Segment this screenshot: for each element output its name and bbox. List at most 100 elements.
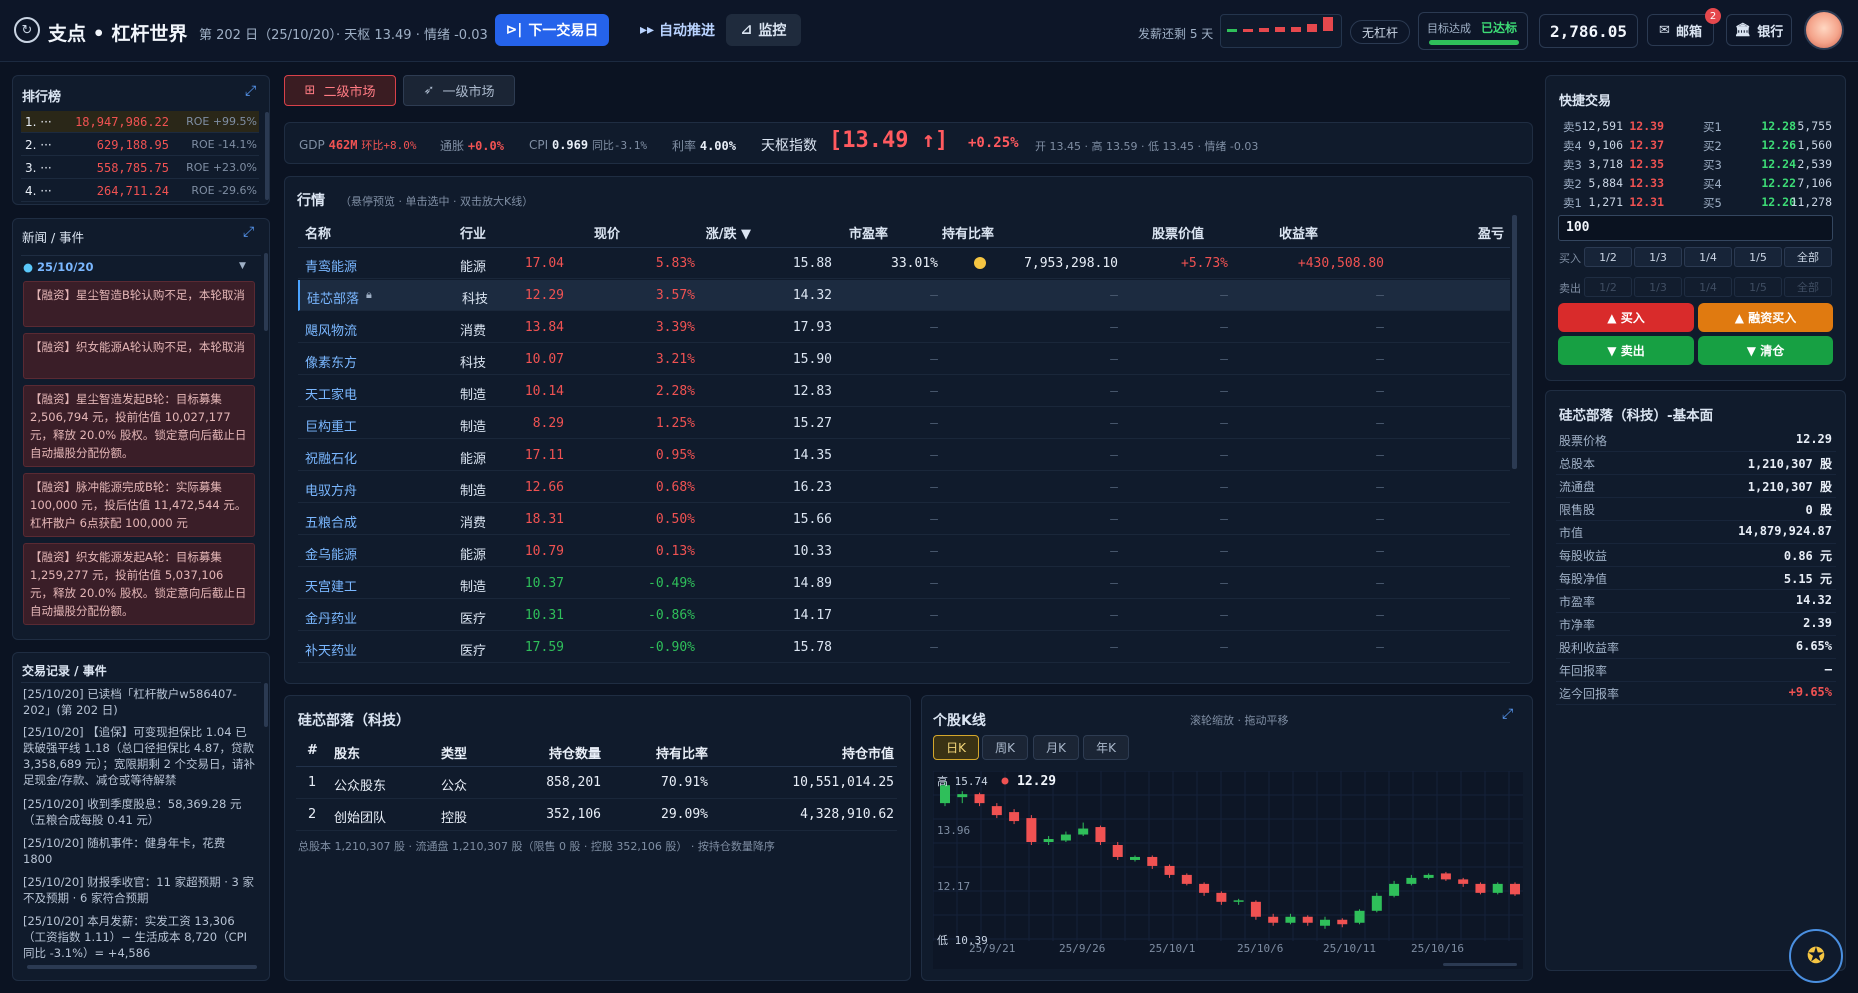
expand-icon[interactable]: ⤢ <box>1502 706 1513 722</box>
col-pe[interactable]: 市盈率 <box>849 223 888 242</box>
auto-advance-button[interactable]: ▸▸ 自动推进 <box>625 14 730 46</box>
sell-button[interactable]: ▼ 卖出 <box>1558 336 1694 365</box>
news-item[interactable]: 【融资】织女能源发起A轮：目标募集 1,259,277 元，投前估值 5,037… <box>23 543 255 625</box>
buy-fraction-button[interactable]: 1/2 <box>1584 247 1632 267</box>
ranking-row[interactable]: 2. ··· 629,188.95 ROE -14.1% <box>21 134 259 156</box>
monitor-button[interactable]: ⊿ 监控 <box>726 14 801 46</box>
kline-scrollbar[interactable] <box>1443 963 1517 966</box>
bid-label[interactable]: 买4 <box>1703 176 1722 192</box>
sell-fraction-button[interactable]: 1/4 <box>1684 277 1732 297</box>
ranking-row[interactable]: 4. ··· 264,711.24 ROE -29.6% <box>21 180 259 202</box>
sell-fraction-button[interactable]: 1/2 <box>1584 277 1632 297</box>
candle-body[interactable] <box>1095 827 1106 843</box>
market-scrollbar[interactable] <box>1512 215 1517 469</box>
bid-qty[interactable]: 1,560 <box>1797 138 1832 152</box>
candle-body[interactable] <box>1009 812 1020 822</box>
bid-price[interactable]: 12.26 <box>1761 138 1796 152</box>
candle-body[interactable] <box>974 794 985 804</box>
sell-fraction-button[interactable]: 1/3 <box>1634 277 1682 297</box>
candle-body[interactable] <box>1285 916 1296 923</box>
table-row[interactable]: 巨构重工 制造 8.29 1.25% 15.27 — — — — <box>298 408 1510 439</box>
ask-qty[interactable]: 1,271 <box>1588 195 1623 209</box>
candle-body[interactable] <box>1112 845 1123 857</box>
bid-qty[interactable]: 11,278 <box>1790 195 1832 209</box>
bid-price[interactable]: 12.24 <box>1761 157 1796 171</box>
bid-price[interactable]: 12.22 <box>1761 176 1796 190</box>
news-item[interactable]: 【融资】星尘智造B轮认购不足，本轮取消 <box>23 281 255 327</box>
quantity-input[interactable]: 100 <box>1558 215 1833 241</box>
ranking-row[interactable]: 1. ··· 18,947,986.22 ROE +99.5% <box>21 111 259 133</box>
table-row[interactable]: 金丹药业 医疗 10.31 -0.86% 14.17 — — — — <box>298 600 1510 631</box>
table-row[interactable]: 补天药业 医疗 17.59 -0.90% 15.78 — — — — <box>298 632 1510 663</box>
candle-body[interactable] <box>1510 883 1520 895</box>
candle-body[interactable] <box>1389 883 1400 896</box>
candle-body[interactable] <box>1078 828 1089 835</box>
news-item[interactable]: 【融资】星尘智造发起B轮：目标募集 2,506,794 元，投前估值 10,02… <box>23 385 255 467</box>
ask-qty[interactable]: 5,884 <box>1588 176 1623 190</box>
period-year[interactable]: 年K <box>1083 735 1129 760</box>
candle-body[interactable] <box>1302 916 1313 923</box>
period-month[interactable]: 月K <box>1033 735 1079 760</box>
kline-chart[interactable]: 高 15.74 12.29 13.96 12.17 低 10.39 25/9/2… <box>933 771 1523 969</box>
compass-icon[interactable]: ✪ <box>1789 929 1843 983</box>
candle-body[interactable] <box>1458 879 1469 884</box>
ask-label[interactable]: 卖2 <box>1563 176 1582 192</box>
col-hold[interactable]: 持有比率 <box>942 223 994 242</box>
candle-body[interactable] <box>1371 895 1382 911</box>
sell-fraction-button[interactable]: 全部 <box>1784 277 1832 297</box>
margin-buy-button[interactable]: ▲ 融资买入 <box>1698 303 1833 332</box>
col-name[interactable]: 名称 <box>305 223 331 242</box>
table-row[interactable]: 青鸾能源 能源 17.04 5.83% 15.88 33.01% 7,953,298.10 +… <box>298 248 1510 279</box>
ask-qty[interactable]: 12,591 <box>1581 119 1623 133</box>
col-change[interactable]: 涨/跌 ▼ <box>706 223 751 242</box>
candle-body[interactable] <box>1060 834 1071 841</box>
col-pnl[interactable]: 盈亏 <box>1478 223 1504 242</box>
candle-body[interactable] <box>1026 818 1037 843</box>
table-row[interactable]: 天工家电 制造 10.14 2.28% 12.83 — — — — <box>298 376 1510 407</box>
tab-primary-market[interactable]: ➶ 一级市场 <box>403 75 515 106</box>
ask-price[interactable]: 12.33 <box>1629 176 1664 190</box>
table-row[interactable]: 金乌能源 能源 10.79 0.13% 10.33 — — — — <box>298 536 1510 567</box>
ask-price[interactable]: 12.31 <box>1629 195 1664 209</box>
candle-body[interactable] <box>1423 874 1434 878</box>
bank-button[interactable]: 🏛 银行 <box>1726 14 1792 46</box>
candle-body[interactable] <box>1440 873 1451 880</box>
tab-secondary-market[interactable]: ⊞ 二级市场 <box>284 75 396 106</box>
bid-label[interactable]: 买3 <box>1703 157 1722 173</box>
candle-body[interactable] <box>1250 901 1261 917</box>
buy-fraction-button[interactable]: 全部 <box>1784 247 1832 267</box>
table-row[interactable]: 天宫建工 制造 10.37 -0.49% 14.89 — — — — <box>298 568 1510 599</box>
table-row[interactable]: 飓风物流 消费 13.84 3.39% 17.93 — — — — <box>298 312 1510 343</box>
leverage-toggle[interactable]: 无杠杆 <box>1350 20 1410 44</box>
candle-body[interactable] <box>1130 856 1140 860</box>
candle-body[interactable] <box>1406 877 1417 884</box>
news-scrollbar[interactable] <box>264 253 268 331</box>
avatar[interactable] <box>1804 10 1844 50</box>
clear-position-button[interactable]: ▼ 清仓 <box>1698 336 1833 365</box>
period-week[interactable]: 周K <box>982 735 1028 760</box>
candle-body[interactable] <box>1181 874 1192 884</box>
candle-body[interactable] <box>1233 900 1244 902</box>
ask-label[interactable]: 卖4 <box>1563 138 1582 154</box>
candle-body[interactable] <box>1337 919 1348 925</box>
table-row[interactable]: 电驭方舟 制造 12.66 0.68% 16.23 — — — — <box>298 472 1510 503</box>
ask-label[interactable]: 卖5 <box>1563 119 1582 135</box>
ask-label[interactable]: 卖3 <box>1563 157 1582 173</box>
table-row[interactable]: 像素东方 科技 10.07 3.21% 15.90 — — — — <box>298 344 1510 375</box>
collapse-icon[interactable]: ▼ <box>239 261 246 271</box>
candle-body[interactable] <box>1199 883 1210 893</box>
next-day-button[interactable]: ⊳| 下一交易日 <box>495 14 609 46</box>
bid-label[interactable]: 买5 <box>1703 195 1722 211</box>
bid-price[interactable]: 12.28 <box>1761 119 1796 133</box>
bid-qty[interactable]: 5,755 <box>1797 119 1832 133</box>
candle-body[interactable] <box>1216 892 1227 902</box>
candle-body[interactable] <box>1147 856 1158 866</box>
table-row[interactable]: 硅芯部落 科技 12.29 3.57% 14.32 — — — — 🔒︎ <box>298 280 1510 311</box>
sell-fraction-button[interactable]: 1/5 <box>1734 277 1782 297</box>
expand-icon[interactable]: ⤢ <box>243 224 254 240</box>
bid-qty[interactable]: 7,106 <box>1797 176 1832 190</box>
candle-body[interactable] <box>957 794 968 798</box>
col-price[interactable]: 现价 <box>594 223 620 242</box>
ranking-row[interactable]: 3. ··· 558,785.75 ROE +23.0% <box>21 157 259 179</box>
news-item[interactable]: 【融资】脉冲能源完成B轮：实际募集 100,000 元，投后估值 11,472,… <box>23 473 255 537</box>
